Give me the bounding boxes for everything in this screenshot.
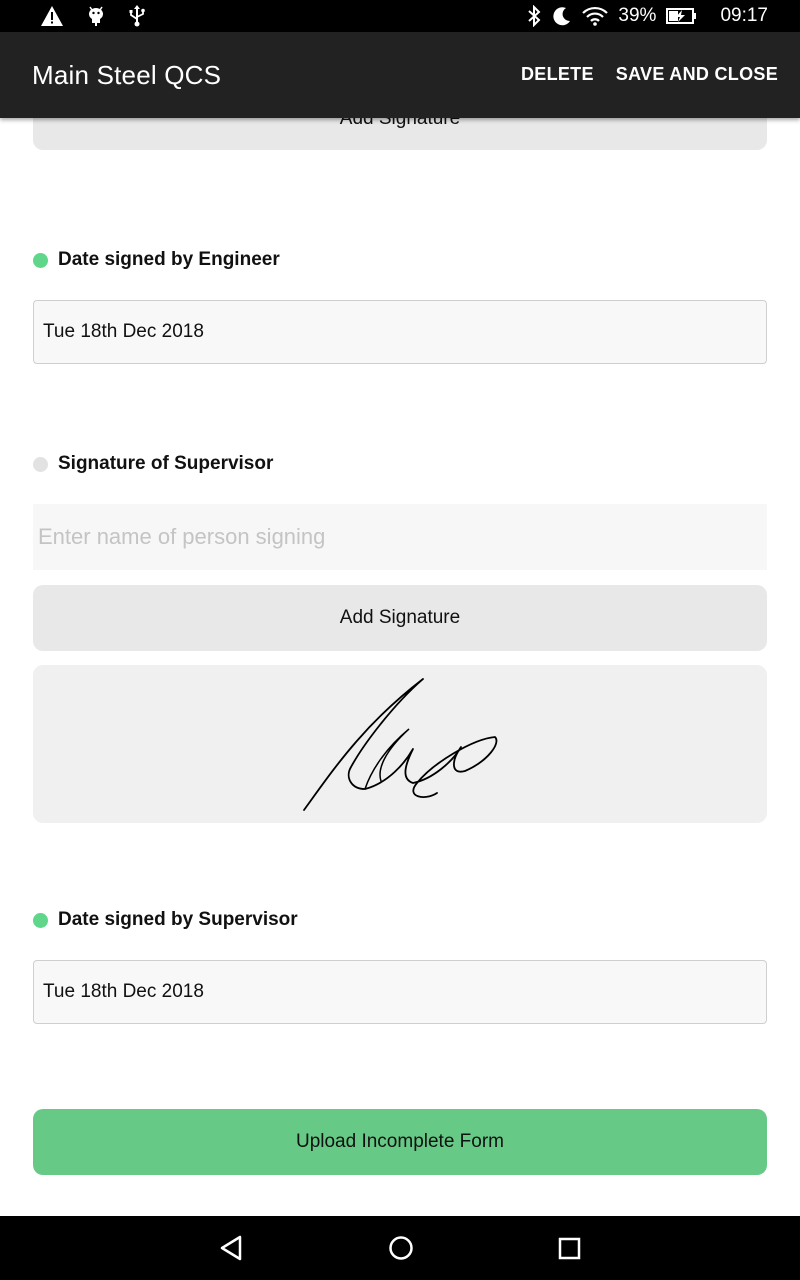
status-bar: 39% 09:17 (0, 0, 800, 32)
complete-status-dot-icon (33, 912, 48, 928)
bluetooth-icon (526, 5, 542, 27)
engineer-date-field[interactable]: Tue 18th Dec 2018 (33, 300, 767, 364)
page-title: Main Steel QCS (32, 60, 222, 90)
notification-icons (40, 4, 146, 28)
supervisor-signature-label: Signature of Supervisor (58, 453, 274, 474)
handwritten-signature (303, 678, 498, 811)
clock: 09:17 (720, 5, 768, 26)
upload-incomplete-form-label: Upload Incomplete Form (295, 1131, 505, 1152)
engineer-date-label: Date signed by Engineer (58, 249, 280, 270)
supervisor-add-signature-label: Add Signature (339, 607, 461, 628)
upload-incomplete-form-button[interactable]: Upload Incomplete Form (33, 1109, 767, 1175)
android-debug-icon (86, 5, 106, 27)
warning-icon (40, 5, 64, 27)
engineer-date-label-row: Date signed by Engineer (33, 249, 280, 271)
engineer-add-signature-label: Add Signature (339, 118, 461, 129)
supervisor-name-input[interactable] (33, 504, 767, 570)
supervisor-signature-label-row: Signature of Supervisor (33, 453, 273, 475)
wifi-icon (582, 6, 609, 26)
back-triangle-icon[interactable] (218, 1234, 244, 1267)
system-icons: 39% 09:17 (526, 4, 768, 28)
supervisor-date-label-row: Date signed by Supervisor (33, 909, 298, 931)
engineer-date-value: Tue 18th Dec 2018 (43, 321, 204, 342)
incomplete-status-dot-icon (33, 456, 48, 472)
save-and-close-button[interactable]: SAVE AND CLOSE (616, 64, 778, 85)
complete-status-dot-icon (33, 252, 48, 268)
supervisor-date-field[interactable]: Tue 18th Dec 2018 (33, 960, 767, 1024)
recents-square-icon[interactable] (557, 1234, 583, 1267)
system-navigation-bar (0, 1216, 800, 1280)
home-circle-icon[interactable] (387, 1234, 415, 1267)
usb-icon (128, 5, 146, 27)
supervisor-date-label: Date signed by Supervisor (58, 909, 298, 930)
engineer-add-signature-button[interactable]: Add Signature (33, 118, 767, 150)
supervisor-date-value: Tue 18th Dec 2018 (43, 981, 204, 1002)
app-bar-actions: DELETE SAVE AND CLOSE (521, 64, 778, 85)
form-content[interactable]: Add Signature Date signed by Engineer Tu… (0, 118, 800, 1216)
battery-charging-icon (666, 7, 698, 25)
app-bar: Main Steel QCS DELETE SAVE AND CLOSE (0, 32, 800, 118)
supervisor-add-signature-button[interactable]: Add Signature (33, 585, 767, 651)
supervisor-signature-preview[interactable] (33, 665, 767, 823)
delete-button[interactable]: DELETE (521, 64, 594, 85)
battery-percent: 39% (618, 5, 657, 26)
do-not-disturb-moon-icon (552, 6, 572, 26)
